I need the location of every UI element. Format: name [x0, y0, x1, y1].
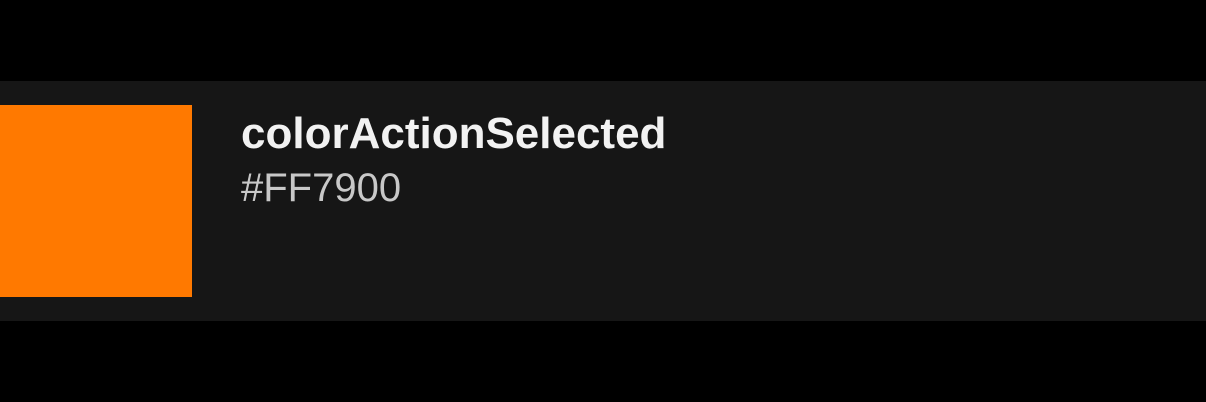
color-token-hex: #FF7900 [241, 166, 402, 210]
color-swatch [0, 105, 192, 297]
color-token-name: colorActionSelected [241, 109, 667, 158]
color-token-row: colorActionSelected #FF7900 [0, 81, 1206, 321]
